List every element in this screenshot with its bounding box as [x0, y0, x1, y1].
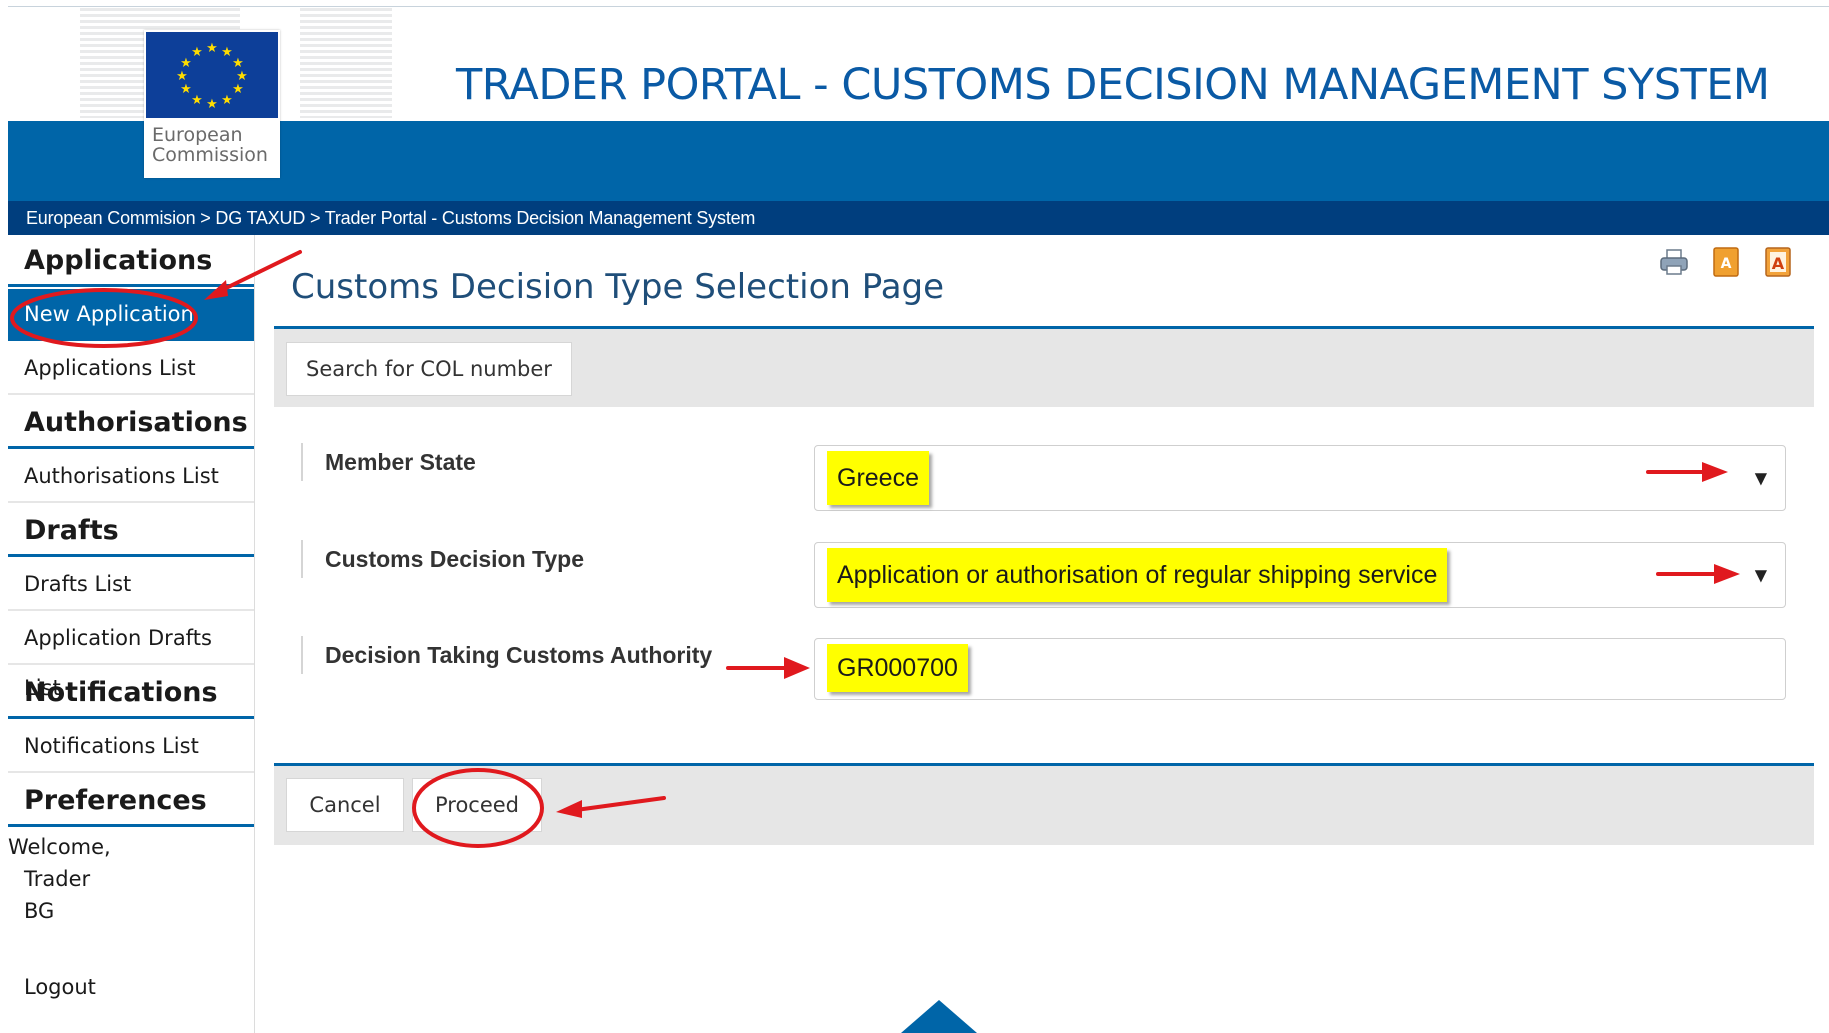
- sidebar-heading-notifications: Notifications: [8, 667, 254, 719]
- sidebar-heading-authorisations: Authorisations: [8, 397, 254, 449]
- customs-decision-type-value: Application or authorisation of regular …: [827, 548, 1448, 602]
- proceed-button[interactable]: Proceed: [412, 778, 542, 832]
- print-icon[interactable]: [1658, 246, 1690, 278]
- sidebar-item-new-application[interactable]: New Application: [8, 289, 254, 341]
- customs-authority-value: GR000700: [827, 644, 968, 692]
- app-title: TRADER PORTAL - CUSTOMS DECISION MANAGEM…: [456, 60, 1770, 110]
- search-bar: Search for COL number: [274, 326, 1814, 407]
- welcome-text: Welcome,: [8, 835, 111, 859]
- berlaymont-building-graphic-right: [300, 8, 392, 118]
- sidebar-item-applications-list[interactable]: Applications List: [8, 343, 254, 395]
- sidebar: Applications New Application Application…: [8, 235, 255, 1033]
- svg-text:★: ★: [191, 45, 203, 60]
- logo-text: European Commission: [152, 125, 276, 165]
- sidebar-item-notifications-list[interactable]: Notifications List: [8, 721, 254, 773]
- chevron-down-icon: ▼: [1754, 565, 1767, 585]
- customs-decision-type-label: Customs Decision Type: [301, 540, 584, 578]
- customs-authority-label: Decision Taking Customs Authority: [301, 636, 712, 674]
- member-state-value: Greece: [827, 451, 929, 505]
- acrobat-icon[interactable]: A: [1762, 246, 1794, 278]
- sidebar-item-drafts-list[interactable]: Drafts List: [8, 559, 254, 611]
- member-state-label: Member State: [301, 443, 476, 481]
- svg-text:★: ★: [232, 82, 244, 97]
- svg-text:★: ★: [221, 93, 233, 108]
- svg-text:★: ★: [191, 93, 203, 108]
- pdf-icon[interactable]: A: [1710, 246, 1742, 278]
- logout-link[interactable]: Logout: [24, 975, 96, 999]
- svg-text:★: ★: [180, 56, 192, 71]
- logo-text-line2: Commission: [152, 144, 268, 166]
- welcome-country: BG: [24, 899, 55, 923]
- customs-decision-type-select[interactable]: Application or authorisation of regular …: [814, 542, 1786, 608]
- eu-flag-icon: ★ ★ ★ ★ ★ ★ ★ ★ ★ ★ ★ ★: [146, 32, 278, 118]
- svg-text:★: ★: [176, 69, 188, 84]
- page-title: Customs Decision Type Selection Page: [291, 267, 945, 307]
- sidebar-item-authorisations-list[interactable]: Authorisations List: [8, 451, 254, 503]
- chevron-down-icon: ▼: [1754, 468, 1767, 488]
- svg-text:A: A: [1772, 254, 1785, 273]
- customs-authority-input[interactable]: GR000700: [814, 638, 1786, 700]
- header-band: [8, 121, 1829, 201]
- action-bar: Cancel Proceed: [274, 763, 1814, 845]
- cancel-button[interactable]: Cancel: [286, 778, 404, 832]
- annotation-arrowhead: [784, 657, 810, 679]
- breadcrumb[interactable]: European Commision > DG TAXUD > Trader P…: [8, 201, 1829, 235]
- sidebar-item-application-drafts-list[interactable]: Application Drafts List: [8, 613, 254, 700]
- svg-text:★: ★: [180, 82, 192, 97]
- search-col-number-button[interactable]: Search for COL number: [286, 342, 572, 396]
- welcome-user: Trader: [24, 867, 91, 891]
- svg-text:★: ★: [206, 97, 218, 112]
- sidebar-heading-drafts: Drafts: [8, 505, 254, 557]
- logo-text-line1: European: [152, 124, 243, 146]
- svg-text:★: ★: [206, 41, 218, 56]
- member-state-select[interactable]: Greece ▼: [814, 445, 1786, 511]
- european-commission-logo[interactable]: ★ ★ ★ ★ ★ ★ ★ ★ ★ ★ ★ ★ European Commission: [144, 30, 280, 178]
- scroll-top-icon[interactable]: [901, 1000, 977, 1033]
- sidebar-heading-preferences[interactable]: Preferences: [8, 775, 254, 827]
- sidebar-heading-applications: Applications: [8, 235, 254, 287]
- svg-text:★: ★: [221, 45, 233, 60]
- svg-text:A: A: [1721, 256, 1732, 272]
